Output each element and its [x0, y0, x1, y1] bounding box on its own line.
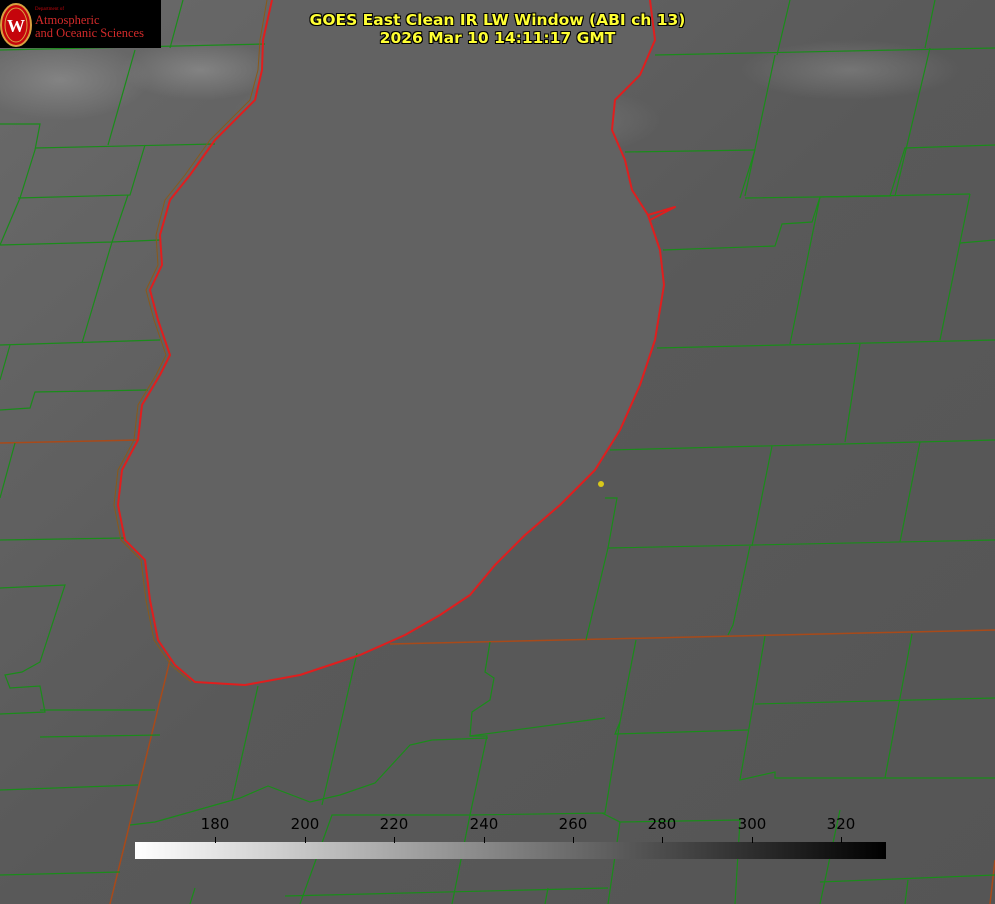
colorbar-tick-label: 280 [647, 815, 677, 833]
colorbar-tick [484, 837, 485, 843]
satellite-map-view: W Department of Atmospheric and Oceanic … [0, 0, 995, 904]
title-timestamp: 2026 Mar 10 14:11:17 GMT [379, 29, 616, 47]
colorbar-tick [662, 837, 663, 843]
colorbar-tick-label: 180 [200, 815, 230, 833]
colorbar-tick-label: 200 [290, 815, 320, 833]
image-title: GOES East Clean IR LW Window (ABI ch 13)… [0, 11, 995, 47]
temperature-colorbar [135, 842, 886, 859]
title-product: GOES East Clean IR LW Window (ABI ch 13) [309, 11, 686, 29]
colorbar-tick-label: 320 [826, 815, 856, 833]
colorbar-tick [215, 837, 216, 843]
colorbar-tick-label: 300 [737, 815, 767, 833]
colorbar-tick [841, 837, 842, 843]
colorbar-tick [573, 837, 574, 843]
colorbar-tick-label: 220 [379, 815, 409, 833]
colorbar-tick [394, 837, 395, 843]
colorbar-tick-label: 260 [558, 815, 588, 833]
colorbar-tick [752, 837, 753, 843]
colorbar-tick-label: 240 [469, 815, 499, 833]
ir-satellite-map [0, 0, 995, 904]
location-dot-icon [598, 481, 604, 487]
colorbar-tick [305, 837, 306, 843]
